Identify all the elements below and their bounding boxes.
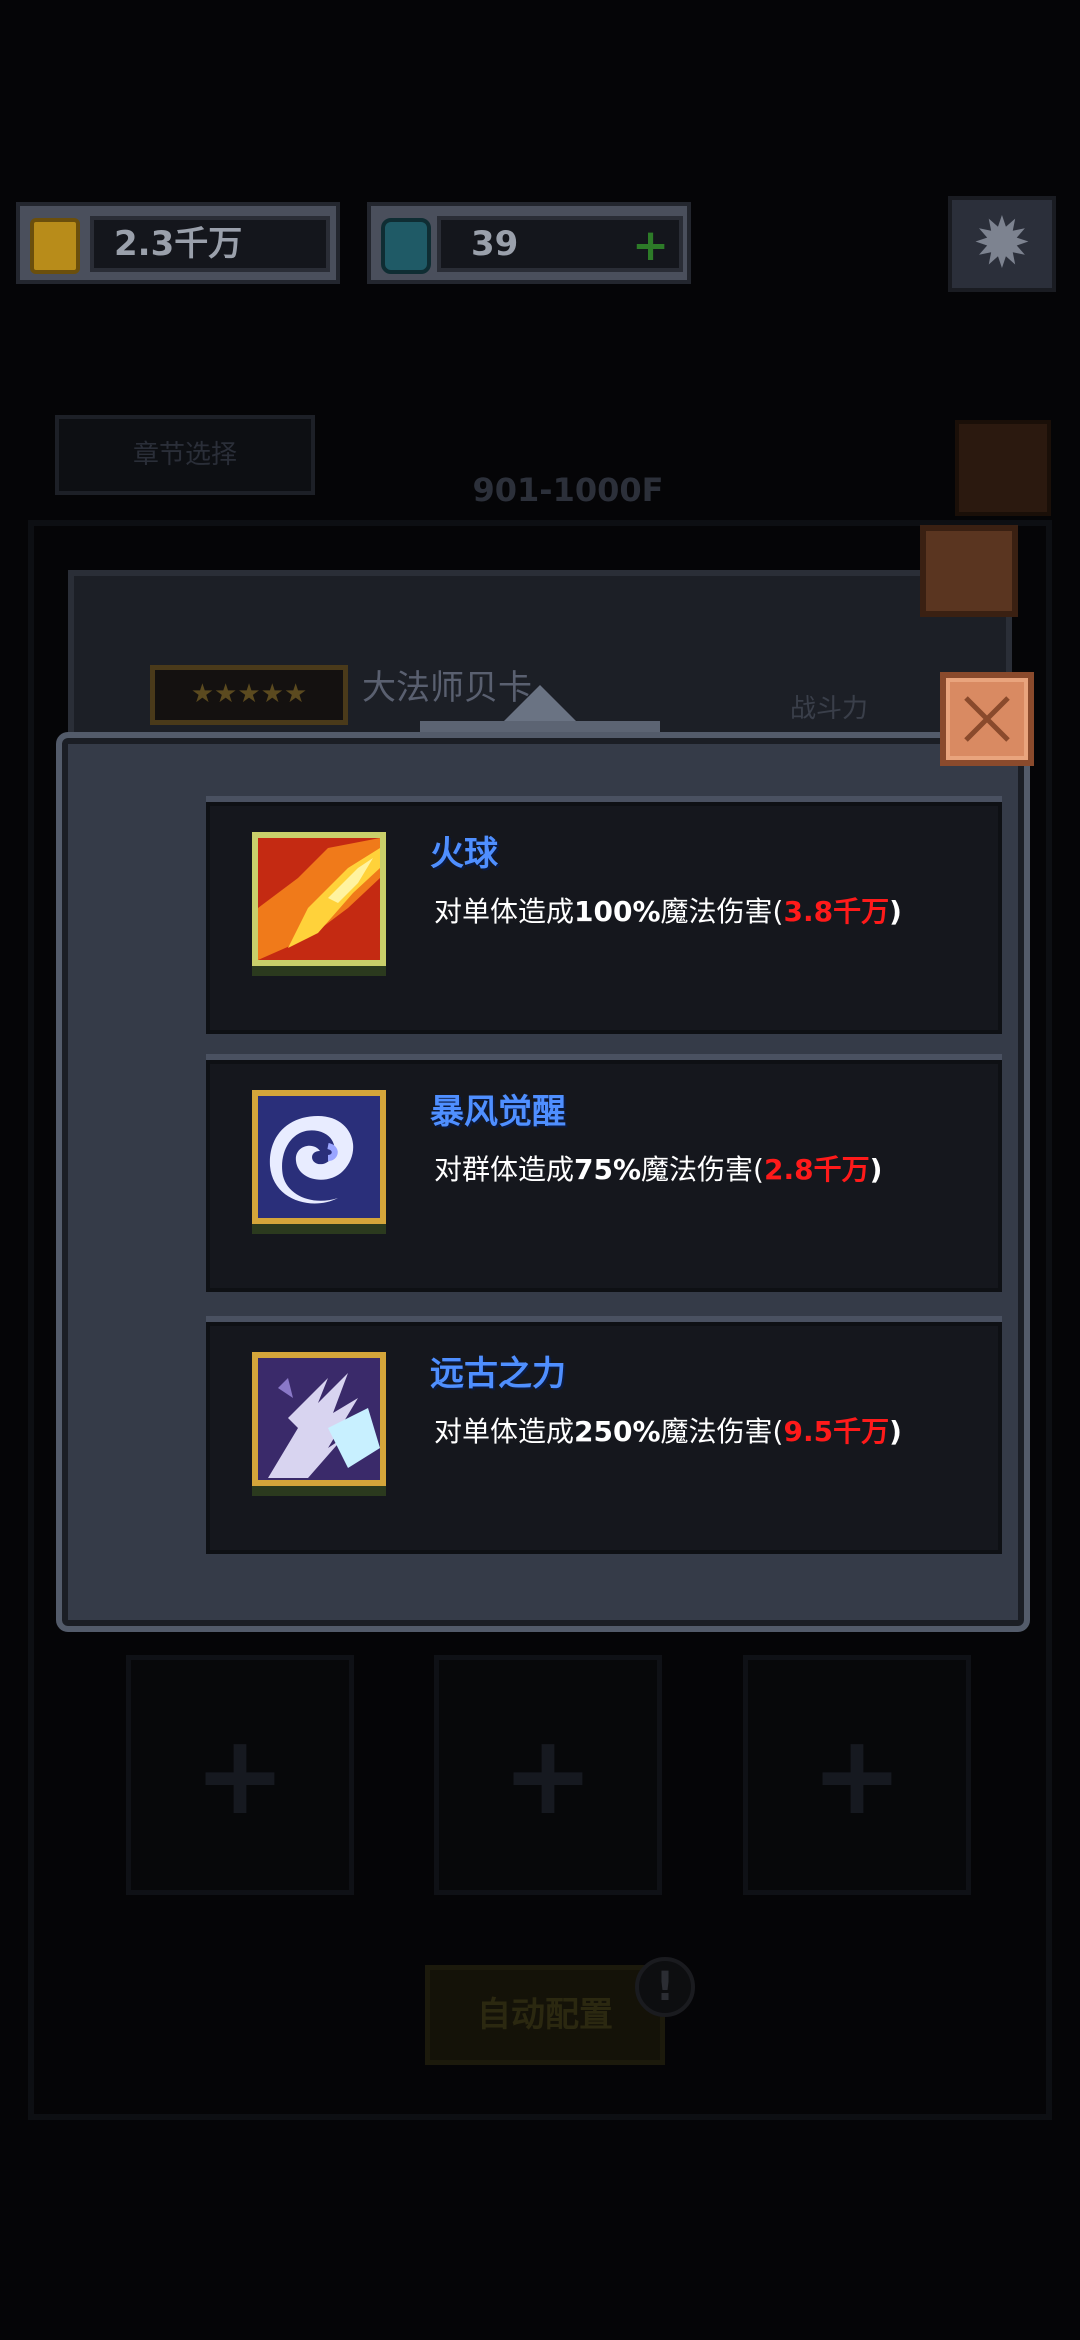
skill-description: 对单体造成250%魔法伤害(9.5千万) (434, 1410, 902, 1450)
desc-mid: 魔法伤害( (660, 895, 784, 928)
add-gem-button[interactable]: + (632, 224, 669, 268)
plus-icon: + (193, 1711, 287, 1839)
skill-description: 对单体造成100%魔法伤害(3.8千万) (434, 890, 902, 930)
damage-percent: 75% (574, 1153, 642, 1186)
desc-prefix: 对群体造成 (434, 1153, 575, 1186)
skill-description: 对群体造成75%魔法伤害(2.8千万) (434, 1148, 882, 1188)
settings-button[interactable]: ✹ (948, 196, 1056, 292)
hero-panel-close-icon (920, 525, 1018, 617)
ancient-power-icon (252, 1352, 386, 1486)
desc-prefix: 对单体造成 (434, 1415, 575, 1448)
damage-value: 9.5千万 (783, 1415, 890, 1448)
damage-percent: 100% (574, 895, 661, 928)
team-slot: + (126, 1655, 354, 1895)
chapter-select-button: 章节选择 (55, 415, 315, 495)
skill-row: 暴风觉醒 对群体造成75%魔法伤害(2.8千万) (206, 1060, 1002, 1292)
desc-suffix: ) (889, 1415, 902, 1448)
desc-mid: 魔法伤害( (641, 1153, 764, 1186)
gold-amount: 2.3千万 (90, 216, 330, 272)
skill-name: 火球 (430, 834, 498, 874)
hero-stars: ★★★★★ (150, 665, 348, 725)
desc-suffix: ) (889, 895, 902, 928)
desc-mid: 魔法伤害( (660, 1415, 784, 1448)
gem-icon (381, 218, 431, 274)
gem-amount: 39 + (437, 216, 683, 272)
storm-icon (252, 1090, 386, 1224)
close-dialog-button[interactable] (940, 672, 1034, 766)
plus-icon: + (501, 1711, 595, 1839)
skill-name: 暴风觉醒 (430, 1092, 566, 1132)
damage-value: 2.8千万 (763, 1153, 870, 1186)
skill-row: 远古之力 对单体造成250%魔法伤害(9.5千万) (206, 1322, 1002, 1554)
gold-counter: 2.3千万 (16, 202, 340, 284)
floor-range: 901-1000F (472, 471, 664, 509)
close-icon (964, 696, 1010, 742)
auto-config-button: 自动配置 (425, 1965, 665, 2065)
fireball-icon (252, 832, 386, 966)
team-slot: + (743, 1655, 971, 1895)
team-slot: + (434, 1655, 662, 1895)
coin-icon (30, 218, 80, 274)
gear-icon: ✹ (972, 202, 1032, 284)
skill-name: 远古之力 (430, 1354, 566, 1394)
gem-counter: 39 + (367, 202, 691, 284)
background-close-icon (955, 420, 1051, 516)
damage-percent: 250% (574, 1415, 661, 1448)
power-label: 战斗力 (790, 694, 869, 724)
plus-icon: + (810, 1711, 904, 1839)
desc-prefix: 对单体造成 (434, 895, 575, 928)
skill-dialog: 火球 对单体造成100%魔法伤害(3.8千万) 暴风觉醒 对群体造成75%魔法伤… (56, 732, 1030, 1632)
damage-value: 3.8千万 (783, 895, 890, 928)
gem-amount-value: 39 (471, 224, 519, 264)
alert-icon: ! (635, 1957, 695, 2017)
skill-row: 火球 对单体造成100%魔法伤害(3.8千万) (206, 802, 1002, 1034)
desc-suffix: ) (869, 1153, 883, 1186)
